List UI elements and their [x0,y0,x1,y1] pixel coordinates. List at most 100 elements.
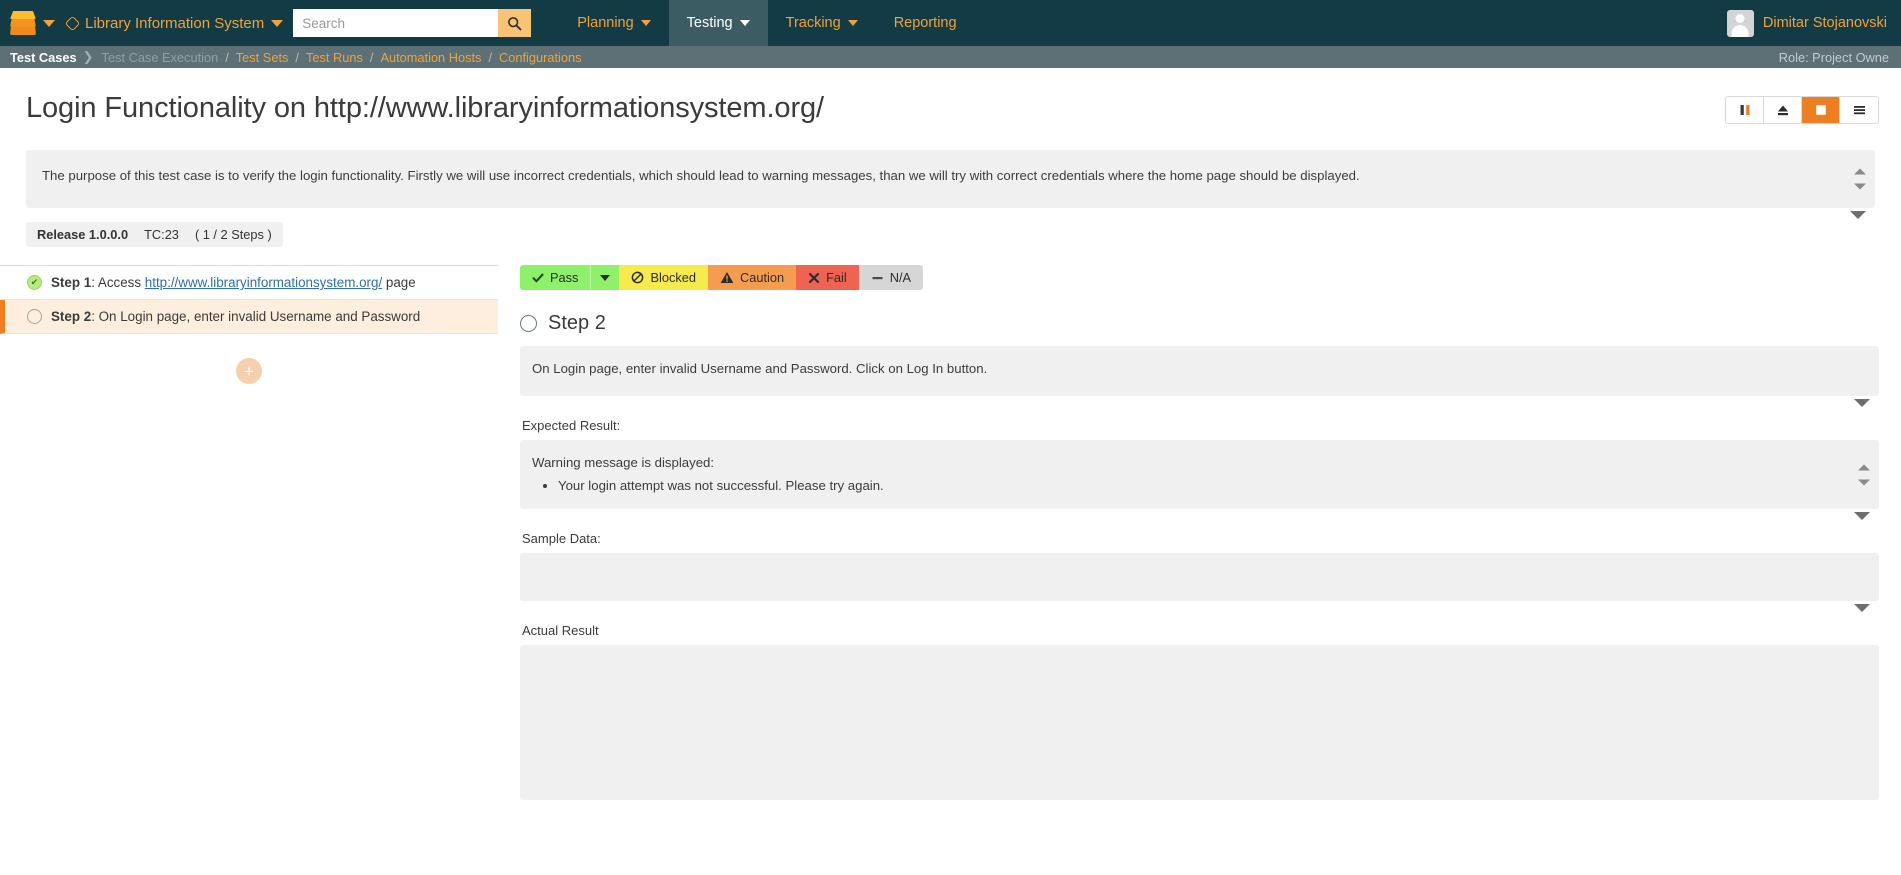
breadcrumb-separator: / [488,49,493,65]
step-description-expand-icon[interactable] [1854,399,1870,408]
nav-item-testing[interactable]: Testing [668,0,768,46]
breadcrumb: Test Cases ❯ Test Case Execution / Test … [0,46,1901,68]
page-title: Login Functionality on http://www.librar… [26,92,824,124]
check-icon [532,273,544,282]
step-detail-header: Step 2 [520,312,1879,335]
step-description-text: On Login page, enter invalid Username an… [532,361,988,377]
project-icon [64,15,81,31]
search-button[interactable] [498,9,532,37]
expected-result-box[interactable]: Warning message is displayed: Your login… [520,440,1879,521]
breadcrumb-item-test-case-execution: Test Case Execution [101,49,219,65]
user-menu[interactable]: Dimitar Stojanovski [1726,0,1887,46]
step-1-separator: : [91,275,98,291]
search-input[interactable] [293,9,499,37]
actual-result-label: Actual Result [522,623,599,639]
app-logo-group[interactable] [0,0,61,46]
step-detail-title: Step 2 [548,312,606,335]
test-case-meta-badge: Release 1.0.0.0 TC:23 ( 1 / 2 Steps ) [26,222,283,248]
step-detail-panel: Pass Blocked Caution Fail N/A Step 2 On … [498,265,1901,801]
status-pass-button[interactable]: Pass [520,265,591,291]
breadcrumb-arrow-icon: ❯ [82,49,94,64]
breadcrumb-separator: / [295,49,299,65]
breadcrumb-item-test-sets[interactable]: Test Sets [236,50,289,65]
scroll-down-icon[interactable] [1858,479,1870,486]
execution-toolbar [1725,96,1879,124]
scroll-up-icon[interactable] [1858,464,1870,471]
actual-result-box[interactable] [520,645,1879,801]
step-status-pending-icon [520,315,537,333]
menu-button[interactable] [1840,97,1878,123]
status-pass-label: Pass [550,270,579,286]
status-caution-button[interactable]: Caution [707,265,797,291]
release-label: Release 1.0.0.0 [37,227,129,243]
expected-result-expand-icon[interactable] [1854,512,1870,521]
status-na-label: N/A [889,270,912,286]
steps-progress-label: ( 1 / 2 Steps ) [194,227,272,243]
breadcrumb-separator: / [369,49,374,65]
breadcrumb-item-automation-hosts[interactable]: Automation Hosts [380,50,481,65]
status-caution-label: Caution [739,270,785,286]
expected-result-text: Warning message is displayed: [532,455,715,471]
nav-item-planning[interactable]: Planning [559,0,668,46]
step-status-pending-icon [27,309,42,325]
expected-result-bullet: Your login attempt was not successful. P… [558,476,1827,496]
step-1-link[interactable]: http://www.libraryinformationsystem.org/ [145,275,382,290]
add-step-row: + [0,334,498,385]
test-case-description-text: The purpose of this test case is to veri… [42,168,1360,184]
pause-button[interactable] [1726,97,1764,123]
page-content: Login Functionality on http://www.librar… [0,68,1901,801]
chevron-down-icon [600,274,611,281]
step-list-item-1[interactable]: Step 1: Access http://www.libraryinforma… [0,266,498,301]
hamburger-icon [1853,106,1865,115]
description-expand-icon[interactable] [1850,211,1866,220]
dash-icon [872,276,883,279]
sample-data-expand-icon[interactable] [1854,604,1870,613]
pause-icon [1740,105,1749,115]
eject-button[interactable] [1764,97,1802,123]
search-icon [508,16,522,30]
status-blocked-label: Blocked [650,270,696,286]
status-blocked-button[interactable]: Blocked [619,265,708,291]
step-2-text: On Login page, enter invalid Username an… [98,309,421,325]
breadcrumb-item-test-runs[interactable]: Test Runs [306,50,363,65]
content-split: Step 1: Access http://www.libraryinforma… [0,265,1901,801]
warning-icon [720,272,734,284]
scroll-up-icon[interactable] [1854,168,1866,175]
project-chevron-down-icon[interactable] [271,19,284,27]
step-description-box[interactable]: On Login page, enter invalid Username an… [520,346,1879,408]
step-1-text-before: Access [97,275,145,291]
steps-panel: Step 1: Access http://www.libraryinforma… [0,265,498,800]
eject-icon [1777,105,1788,116]
nav-label-reporting: Reporting [893,15,957,31]
step-list: Step 1: Access http://www.libraryinforma… [0,265,498,335]
sample-data-box[interactable] [520,553,1879,613]
nav-label-tracking: Tracking [785,15,841,31]
expected-result-label: Expected Result: [522,418,621,434]
status-fail-button[interactable]: Fail [796,265,859,291]
step-1-prefix: Step 1 [51,275,92,291]
status-pass-dropdown-button[interactable] [590,265,620,291]
expected-result-scroll-controls [1858,464,1870,486]
status-na-button[interactable]: N/A [858,265,924,291]
testing-chevron-down-icon [739,20,750,26]
nav-item-reporting[interactable]: Reporting [876,0,975,46]
step-list-item-2[interactable]: Step 2: On Login page, enter invalid Use… [0,300,498,335]
nav-label-planning: Planning [577,15,634,31]
logo-chevron-down-icon[interactable] [43,19,55,27]
breadcrumb-item-test-cases[interactable]: Test Cases [10,50,77,65]
sample-data-label: Sample Data: [522,531,601,547]
user-name-label: Dimitar Stojanovski [1762,15,1887,31]
project-selector[interactable]: Library Information System [61,0,293,46]
title-row: Login Functionality on http://www.librar… [0,68,1901,126]
scroll-down-icon[interactable] [1854,183,1866,190]
nav-item-tracking[interactable]: Tracking [768,0,876,46]
planning-chevron-down-icon [640,20,651,26]
stop-button[interactable] [1802,97,1840,123]
role-label: Role: Project Owne [1778,49,1889,65]
layers-logo-icon [10,10,36,36]
step-list-item-label: Step 1: Access http://www.libraryinforma… [51,275,416,290]
test-case-id-label: TC:23 [144,227,179,243]
stop-icon [1815,105,1826,115]
add-step-button[interactable]: + [236,358,262,385]
breadcrumb-item-configurations[interactable]: Configurations [499,50,582,65]
